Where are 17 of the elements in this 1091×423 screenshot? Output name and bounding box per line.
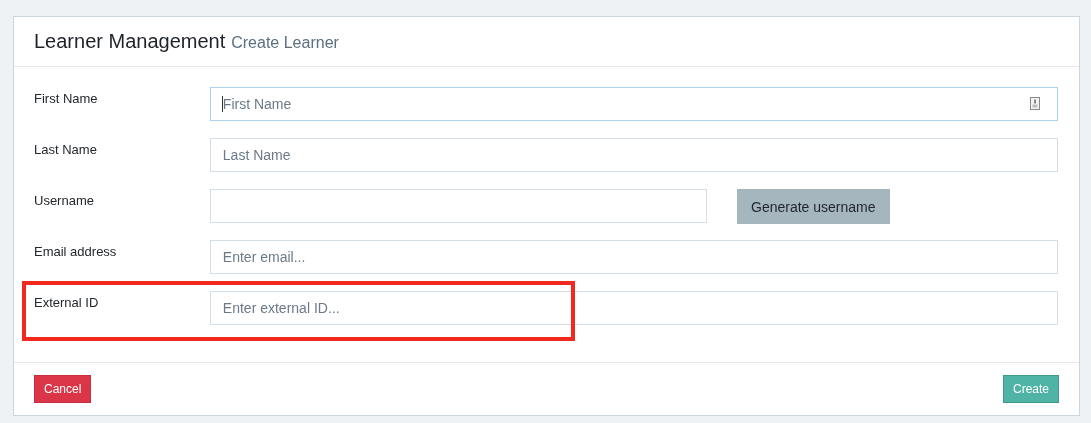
generate-username-button[interactable]: Generate username	[737, 189, 890, 224]
first-name-field[interactable]: First Name	[209, 87, 1058, 121]
cancel-button[interactable]: Cancel	[34, 375, 92, 403]
field-label: Username	[34, 192, 95, 210]
page-subtitle: Create Learner	[231, 34, 339, 52]
create-button[interactable]: Create	[1002, 375, 1059, 403]
text-field[interactable]: Enter external ID...	[209, 291, 1058, 325]
field-label: Email address	[34, 243, 118, 261]
text-caret	[221, 96, 223, 112]
field-label: First Name	[34, 90, 99, 108]
text-field[interactable]: Enter email...	[209, 240, 1058, 274]
username-field[interactable]	[210, 189, 707, 223]
field-label: Last Name	[34, 141, 98, 159]
field-label: External ID	[34, 294, 100, 312]
page-title: Learner Management	[34, 30, 226, 53]
contact-card-icon	[1030, 97, 1040, 110]
text-field[interactable]: Last Name	[209, 138, 1058, 172]
